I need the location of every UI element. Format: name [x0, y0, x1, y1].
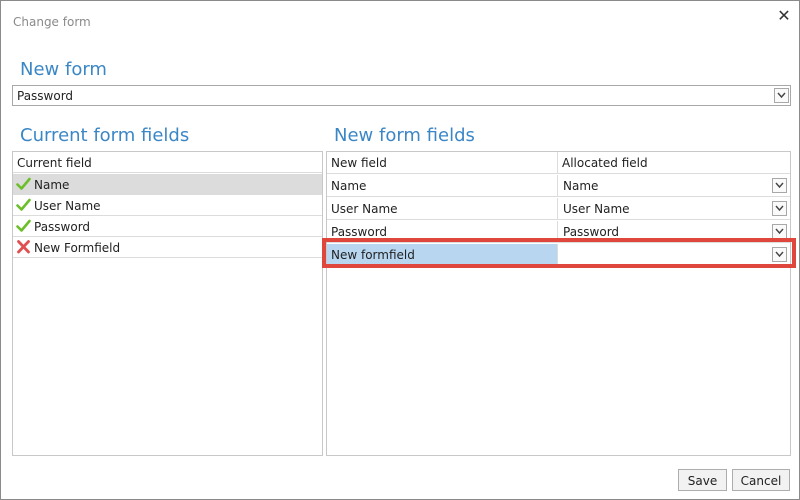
current-field-row[interactable]: Name [13, 174, 322, 195]
new-fields-heading: New form fields [334, 125, 475, 146]
chevron-down-icon[interactable] [772, 224, 787, 239]
current-field-row[interactable]: New Formfield [13, 237, 322, 258]
new-form-select[interactable]: Password [12, 85, 791, 106]
current-field-label: Name [34, 178, 70, 192]
new-field-column-header: New field [327, 152, 558, 174]
check-icon [16, 198, 31, 215]
new-form-heading: New form [20, 59, 107, 80]
highlight-box [322, 238, 796, 268]
allocated-field-value: Password [563, 225, 620, 239]
chevron-down-icon[interactable] [774, 88, 789, 103]
current-field-column-header: Current field [17, 156, 92, 170]
new-form-select-value: Password [17, 89, 74, 103]
change-form-dialog: Change form ✕ New form Password Current … [0, 0, 800, 500]
save-button[interactable]: Save [678, 469, 727, 491]
current-field-label: New Formfield [34, 241, 121, 255]
current-field-row[interactable]: User Name [13, 195, 322, 216]
current-field-label: User Name [34, 199, 101, 213]
new-field-cell[interactable]: Name [327, 175, 558, 197]
check-icon [16, 219, 31, 236]
new-field-label: User Name [331, 202, 398, 216]
new-field-label: Password [331, 225, 388, 239]
new-field-cell[interactable]: User Name [327, 198, 558, 220]
new-field-column-label: New field [331, 156, 387, 170]
current-fields-heading: Current form fields [20, 125, 190, 146]
check-icon [16, 177, 31, 194]
window-title: Change form [13, 15, 91, 29]
current-field-row[interactable]: Password [13, 216, 322, 237]
close-icon[interactable]: ✕ [775, 7, 793, 25]
chevron-down-icon[interactable] [772, 201, 787, 216]
cancel-button[interactable]: Cancel [732, 469, 790, 491]
allocated-field-column-header: Allocated field [558, 152, 790, 174]
allocated-field-value: User Name [563, 202, 630, 216]
allocated-field-dropdown[interactable]: Name [558, 175, 790, 197]
cross-icon [16, 240, 31, 257]
chevron-down-icon[interactable] [772, 178, 787, 193]
current-fields-list: Current field Name User Name Password New F… [12, 151, 323, 456]
allocated-field-dropdown[interactable]: User Name [558, 198, 790, 220]
new-field-label: Name [331, 179, 367, 193]
current-field-label: Password [34, 220, 91, 234]
current-fields-header: Current field [13, 152, 322, 173]
new-fields-table: New field Allocated field Name Name User N… [326, 151, 791, 456]
allocated-field-column-label: Allocated field [562, 156, 648, 170]
allocated-field-value: Name [563, 179, 599, 193]
